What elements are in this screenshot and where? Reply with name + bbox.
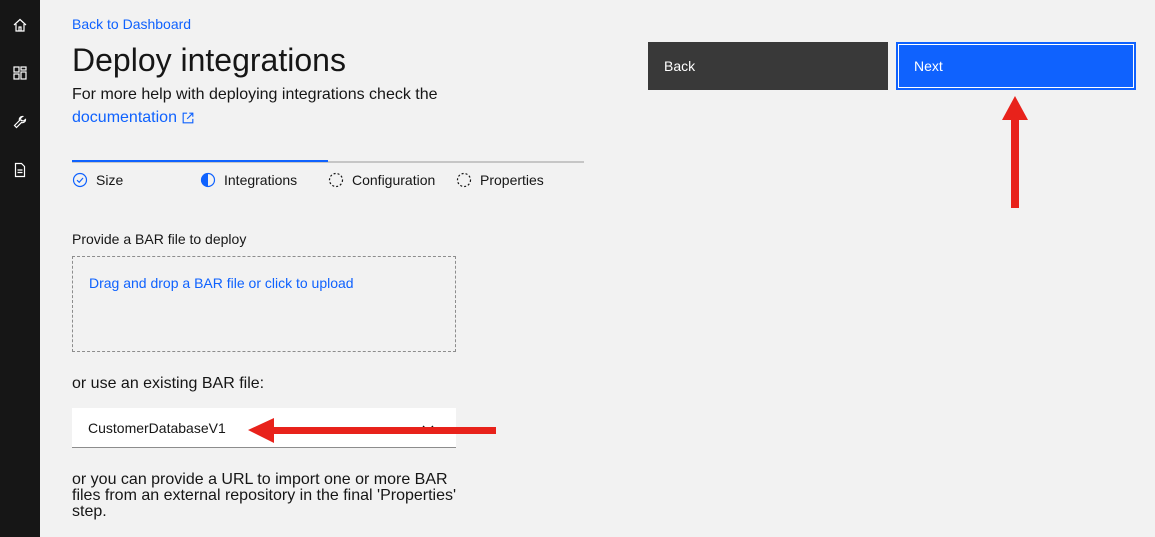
progress-indicator: Size Integrations Configuration Properti… — [72, 160, 584, 200]
existing-bar-select-value: CustomerDatabaseV1 — [88, 420, 226, 436]
existing-bar-select[interactable]: CustomerDatabaseV1 — [72, 408, 456, 448]
step-size-label: Size — [96, 172, 124, 188]
dashed-circle-icon — [328, 172, 344, 188]
half-filled-circle-icon — [200, 172, 216, 188]
home-icon[interactable] — [10, 15, 30, 35]
dashed-circle-icon — [456, 172, 472, 188]
step-properties-label: Properties — [480, 172, 544, 188]
help-text: For more help with deploying integration… — [72, 86, 438, 103]
annotation-arrow-up-icon — [1002, 96, 1028, 208]
progress-fill — [72, 160, 328, 162]
document-icon[interactable] — [10, 160, 30, 180]
url-import-hint: or you can provide a URL to import one o… — [72, 471, 457, 520]
documentation-link[interactable]: documentation — [72, 109, 195, 127]
next-button[interactable]: Next — [896, 42, 1136, 90]
checkmark-circle-icon — [72, 172, 88, 188]
dropzone-text: Drag and drop a BAR file or click to upl… — [89, 275, 354, 291]
step-properties[interactable]: Properties — [456, 172, 544, 188]
bar-file-dropzone[interactable]: Drag and drop a BAR file or click to upl… — [72, 256, 456, 352]
chevron-down-icon — [422, 425, 434, 432]
step-configuration[interactable]: Configuration — [328, 172, 435, 188]
external-link-icon — [182, 112, 194, 124]
step-integrations[interactable]: Integrations — [200, 172, 297, 188]
bar-file-label: Provide a BAR file to deploy — [72, 231, 247, 247]
back-to-dashboard-link[interactable]: Back to Dashboard — [72, 16, 191, 32]
existing-bar-label: or use an existing BAR file: — [72, 375, 265, 392]
wrench-icon[interactable] — [10, 112, 30, 132]
step-configuration-label: Configuration — [352, 172, 436, 188]
left-sidebar — [0, 0, 40, 537]
back-button[interactable]: Back — [648, 42, 888, 90]
page-title: Deploy integrations — [72, 42, 346, 78]
step-integrations-label: Integrations — [224, 172, 298, 188]
step-size[interactable]: Size — [72, 172, 123, 188]
dashboard-icon[interactable] — [10, 63, 30, 83]
documentation-link-label: documentation — [72, 109, 177, 126]
